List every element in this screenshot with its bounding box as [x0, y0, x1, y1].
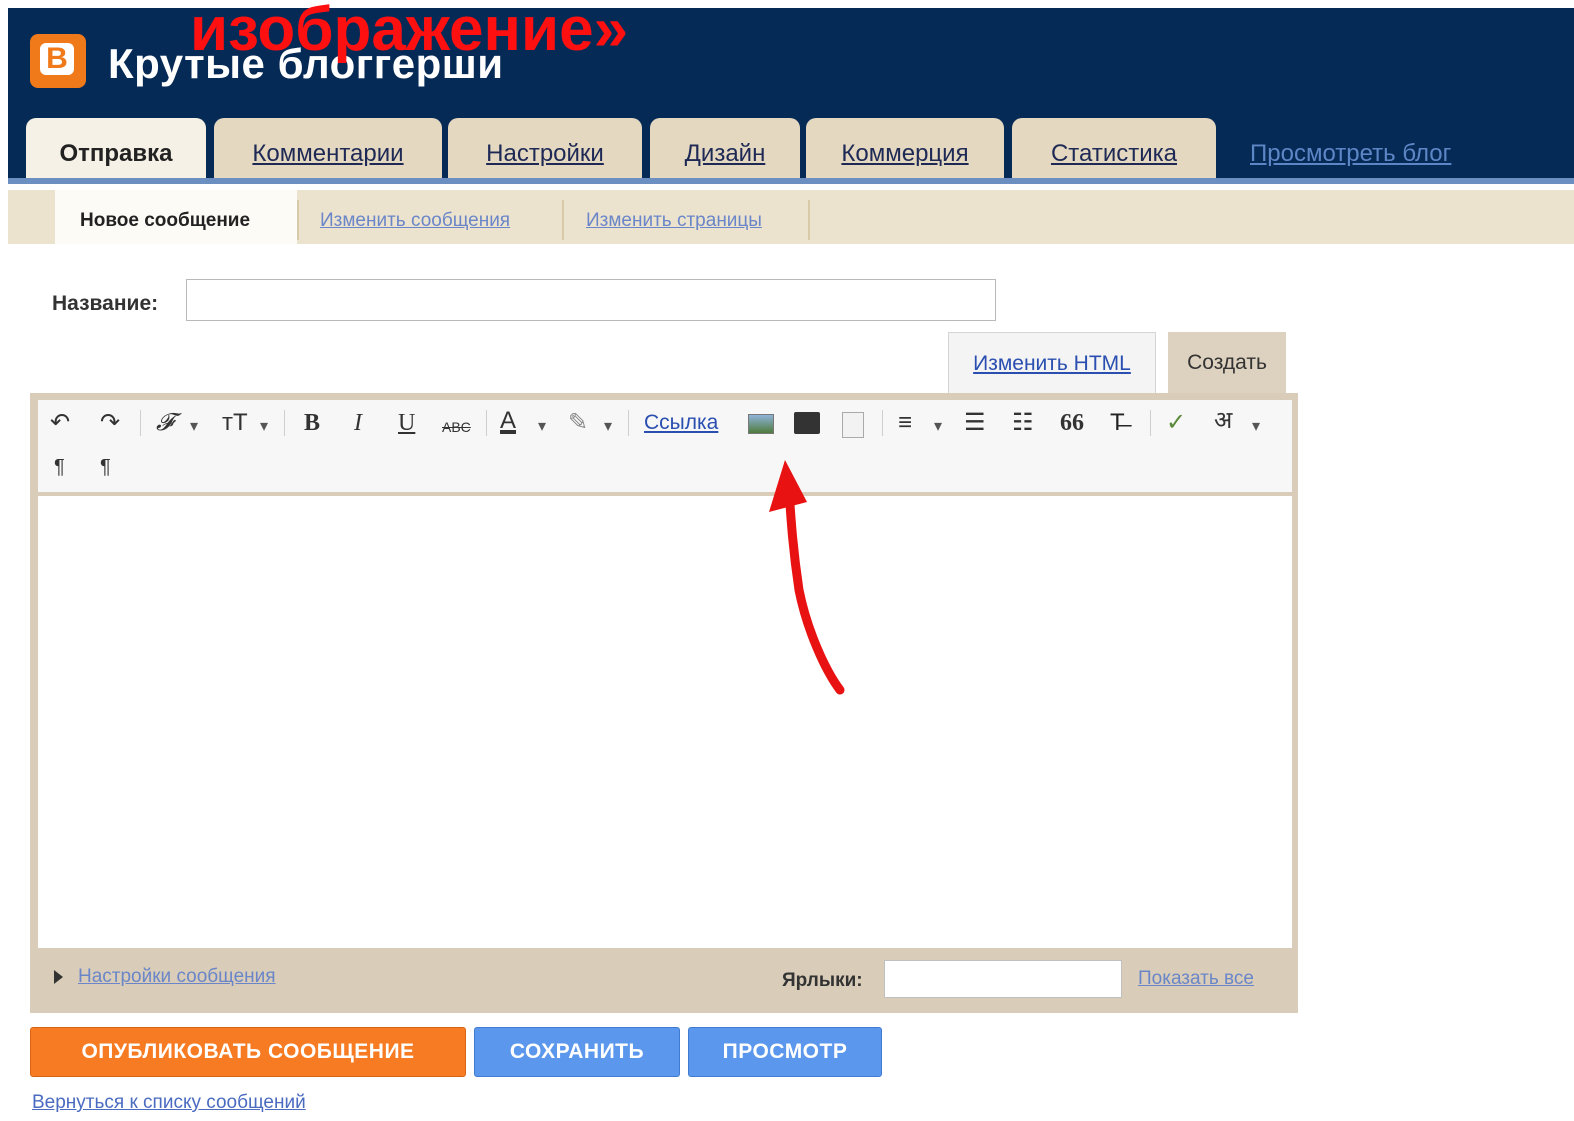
italic-icon[interactable]: I — [354, 408, 362, 438]
show-all-labels-link[interactable]: Показать все — [1138, 968, 1254, 990]
chevron-down-icon[interactable]: ▾ — [260, 412, 268, 442]
toolbar-separator — [628, 410, 629, 436]
publish-button[interactable]: ОПУБЛИКОВАТЬ СООБЩЕНИЕ — [30, 1027, 466, 1077]
bold-icon[interactable]: B — [304, 408, 320, 438]
numbered-list-icon[interactable]: ☰ — [964, 408, 986, 438]
edit-html-tab[interactable]: Изменить HTML — [948, 332, 1156, 394]
chevron-down-icon[interactable]: ▾ — [190, 412, 198, 442]
tab-settings[interactable]: Настройки — [448, 118, 642, 182]
expand-triangle-icon[interactable] — [54, 970, 63, 984]
toolbar-separator — [1150, 410, 1151, 436]
bulleted-list-icon[interactable]: ☷ — [1012, 408, 1034, 438]
subtab-new-post[interactable]: Новое сообщение — [80, 210, 250, 232]
chevron-down-icon[interactable]: ▾ — [934, 412, 942, 442]
redo-icon[interactable]: ↷ — [100, 408, 120, 438]
toolbar-separator — [284, 410, 285, 436]
strikethrough-icon[interactable]: ABC — [442, 412, 471, 442]
subtab-edit-pages[interactable]: Изменить страницы — [586, 210, 762, 232]
labels-input[interactable] — [884, 960, 1122, 998]
insert-image-icon[interactable] — [748, 414, 774, 434]
tab-stats[interactable]: Статистика — [1012, 118, 1216, 182]
post-title-label: Название: — [52, 292, 159, 315]
save-button[interactable]: СОХРАНИТЬ — [474, 1027, 680, 1077]
font-size-icon[interactable]: тT — [222, 408, 248, 438]
insert-link-button[interactable]: Ссылка — [644, 408, 718, 438]
text-color-icon[interactable]: A — [500, 406, 516, 436]
highlight-pen-icon[interactable]: ✎ — [568, 408, 588, 438]
post-options-link[interactable]: Настройки сообщения — [78, 966, 276, 988]
tab-monetize[interactable]: Коммерция — [806, 118, 1004, 182]
remove-formatting-icon[interactable]: T̶ — [1110, 408, 1125, 438]
subtab-edit-posts[interactable]: Изменить сообщения — [320, 210, 510, 232]
spellcheck-icon[interactable]: ✓ — [1166, 408, 1186, 438]
subnav-divider — [808, 200, 810, 240]
tab-comments[interactable]: Комментарии — [214, 118, 442, 182]
tab-design[interactable]: Дизайн — [650, 118, 800, 182]
tab-divider — [8, 178, 1574, 184]
chevron-down-icon[interactable]: ▾ — [604, 412, 612, 442]
underline-icon[interactable]: U — [398, 408, 415, 438]
subnav-divider — [297, 200, 299, 240]
post-title-input[interactable] — [186, 279, 996, 321]
undo-icon[interactable]: ↶ — [50, 408, 70, 438]
toolbar-separator — [882, 410, 883, 436]
ltr-direction-icon[interactable]: ¶ — [100, 452, 111, 482]
annotation-arrow-icon — [769, 460, 845, 695]
jump-break-icon[interactable] — [842, 412, 864, 438]
blogger-logo-letter: B — [40, 43, 74, 75]
overlay-caption: изображение» — [190, 0, 629, 64]
blockquote-icon[interactable]: 66 — [1060, 408, 1084, 438]
tab-posting[interactable]: Отправка — [26, 118, 206, 184]
labels-label: Ярлыки: — [782, 970, 863, 991]
insert-video-icon[interactable] — [794, 412, 820, 434]
toolbar-separator — [486, 410, 487, 436]
post-body-editor[interactable] — [38, 496, 1292, 948]
compose-tab[interactable]: Создать — [1168, 332, 1286, 394]
preview-button[interactable]: ПРОСМОТР — [688, 1027, 882, 1077]
chevron-down-icon[interactable]: ▾ — [538, 412, 546, 442]
subnav-divider — [562, 200, 564, 240]
align-icon[interactable]: ≡ — [898, 408, 912, 438]
toolbar-separator — [140, 410, 141, 436]
chevron-down-icon[interactable]: ▾ — [1252, 412, 1260, 442]
view-blog-link[interactable]: Просмотреть блог — [1250, 140, 1451, 168]
rtl-direction-icon[interactable]: ¶ — [54, 452, 65, 482]
back-to-posts-link[interactable]: Вернуться к списку сообщений — [32, 1092, 306, 1114]
transliterate-icon[interactable]: अ — [1214, 406, 1232, 436]
font-family-icon[interactable]: 𝓕 — [156, 408, 174, 438]
